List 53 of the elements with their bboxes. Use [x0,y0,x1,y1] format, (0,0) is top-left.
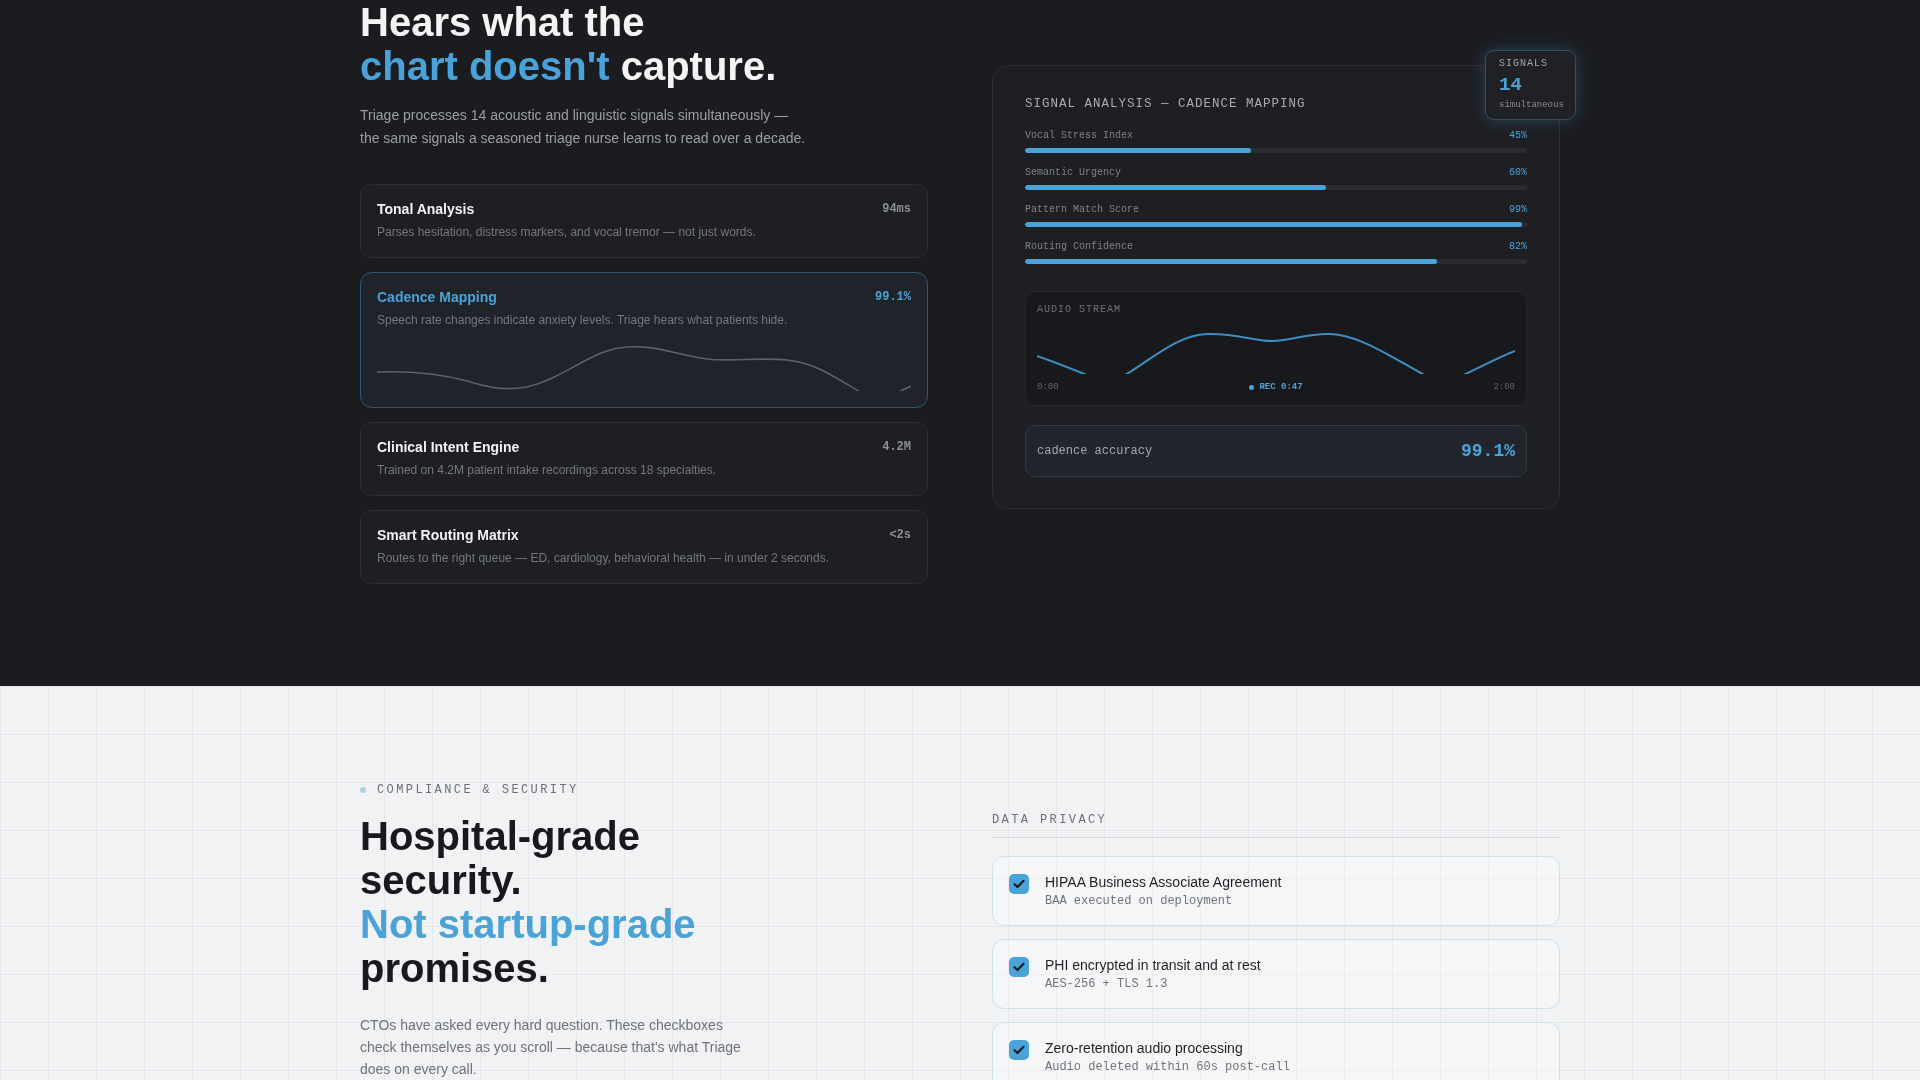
audio-stream-label: AUDIO STREAM [1037,303,1122,316]
feature-title: Smart Routing Matrix [377,526,519,545]
feature-title: Cadence Mapping [377,288,497,307]
feature-card[interactable]: Smart Routing Matrix <2s Routes to the right queue — ED, cardiology, behavioral health — in under 2 seconds. [360,510,928,584]
start-time: 0:00 [1037,381,1059,393]
hero-intro: Triage processes 14 acoustic and linguistic signals simultaneously — the same signals a seasoned triage nurse learns to read over a decade. [360,106,807,148]
privacy-title: HIPAA Business Associate Agreement [1045,873,1282,891]
signal-reading: 99% [1509,203,1527,217]
privacy-detail: AES-256 + TLS 1.3 [1045,976,1169,992]
hero-heading: Hears what the chart doesn't capture. [360,0,778,88]
feature-metric: 94ms [882,201,911,218]
checkbox[interactable] [1009,874,1029,894]
feature-title: Clinical Intent Engine [377,438,520,457]
feature-description: Parses hesitation, distress markers, and vocal tremor — not just words. [377,224,757,241]
checkbox[interactable] [1009,1040,1029,1060]
privacy-detail: Audio deleted within 60s post-call [1045,1059,1290,1075]
privacy-detail: BAA executed on deployment [1045,893,1234,909]
feature-card[interactable]: Clinical Intent Engine 4.2M Trained on 4.2M patient intake recordings across 18 specialties. [360,422,928,496]
feature-description: Speech rate changes indicate anxiety levels. Triage hears what patients hide. [377,312,789,329]
accuracy-label: cadence accuracy [1037,444,1153,458]
dot-icon [360,787,366,793]
feature-description: Routes to the right queue — ED, cardiology, behavioral health — in under 2 seconds. [377,550,831,567]
feature-title: Tonal Analysis [377,200,475,219]
signal-reading: 82% [1509,240,1527,254]
end-time: 2:00 [1493,381,1515,393]
check-icon [1013,962,1025,972]
feature-metric: <2s [889,527,911,544]
feature-card[interactable]: Cadence Mapping 99.1% Speech rate changes indicate anxiety levels. Triage hears what patients hide. [360,272,928,408]
section-heading: Hospital-grade security. Not startup-grade promises. [360,814,697,990]
check-icon [1013,879,1025,889]
feature-card[interactable]: Tonal Analysis 94ms Parses hesitation, distress markers, and vocal tremor — not just words. [360,184,928,258]
section-body: CTOs have asked every hard question. These checkboxes check themselves as you scroll — because that's what Triage does on every call. [360,1016,742,1079]
check-icon [1013,1045,1025,1055]
checkbox[interactable] [1009,957,1029,977]
signal-label: Semantic Urgency [1025,166,1121,180]
badge-label: SIGNALS [1499,58,1548,70]
feature-metric: 99.1% [875,289,911,306]
signal-label: Vocal Stress Index [1025,129,1134,143]
accuracy-value: 99.1% [1461,441,1515,461]
privacy-title: PHI encrypted in transit and at rest [1045,956,1261,974]
recording-dot-icon [1249,384,1255,390]
badge-caption: simultaneous [1499,99,1564,111]
signal-label: Pattern Match Score [1025,203,1140,217]
section-eyebrow: COMPLIANCE & SECURITY [377,782,579,798]
signal-label: Routing Confidence [1025,240,1134,254]
badge-value: 14 [1499,74,1522,96]
signal-reading: 60% [1509,166,1527,180]
recording-time: REC 0:47 [1259,381,1303,393]
privacy-title: Zero-retention audio processing [1045,1039,1244,1057]
feature-metric: 4.2M [882,439,911,456]
feature-description: Trained on 4.2M patient intake recordings across 18 specialties. [377,462,718,479]
privacy-heading: DATA PRIVACY [992,812,1560,838]
signal-reading: 45% [1509,129,1527,143]
